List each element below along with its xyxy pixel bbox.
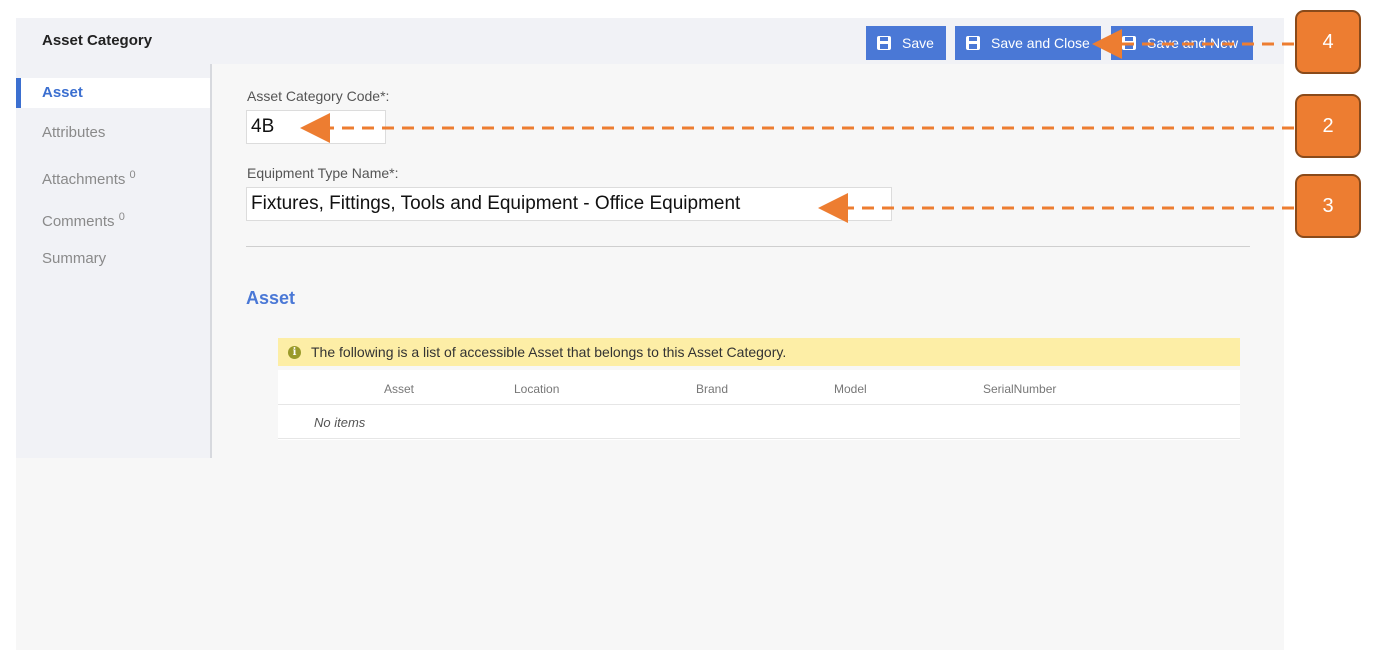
- sidebar-item-label: Summary: [42, 250, 107, 267]
- section-divider: [246, 246, 1250, 247]
- annotation-badge-3: 3: [1295, 174, 1361, 238]
- equipment-type-name-label: Equipment Type Name*:: [247, 165, 399, 181]
- save-and-close-label: Save and Close: [991, 35, 1090, 51]
- save-icon: [966, 36, 980, 50]
- info-banner-text: The following is a list of accessible As…: [311, 344, 787, 360]
- sidebar-item-asset[interactable]: Asset: [16, 78, 210, 108]
- table-header-divider: [278, 404, 1240, 405]
- sidebar-item-attributes[interactable]: Attributes: [16, 118, 210, 148]
- column-header-brand[interactable]: Brand: [696, 382, 728, 396]
- table-bottom-divider: [278, 438, 1240, 439]
- info-icon: i: [288, 345, 301, 359]
- save-icon: [1122, 36, 1136, 50]
- column-header-model[interactable]: Model: [834, 382, 867, 396]
- app-window: Asset Category Save Save and Close Save …: [16, 18, 1284, 650]
- column-header-location[interactable]: Location: [514, 382, 559, 396]
- save-button[interactable]: Save: [866, 26, 946, 60]
- equipment-type-name-input[interactable]: Fixtures, Fittings, Tools and Equipment …: [246, 187, 892, 221]
- sidebar-item-label: Attributes: [42, 124, 106, 141]
- column-header-serialnumber[interactable]: SerialNumber: [983, 382, 1056, 396]
- asset-table: Asset Location Brand Model SerialNumber …: [278, 370, 1240, 440]
- info-banner: i The following is a list of accessible …: [278, 338, 1240, 366]
- save-and-close-button[interactable]: Save and Close: [955, 26, 1101, 60]
- annotation-badge-2: 2: [1295, 94, 1361, 158]
- sidebar-item-summary[interactable]: Summary: [16, 244, 210, 274]
- save-icon: [877, 36, 891, 50]
- asset-category-code-input[interactable]: 4B: [246, 110, 386, 144]
- attachments-count: 0: [129, 169, 136, 181]
- sidebar-item-label: Comments: [42, 213, 115, 230]
- column-header-asset[interactable]: Asset: [384, 382, 414, 396]
- page-title: Asset Category: [42, 32, 153, 49]
- sidebar-item-comments[interactable]: Comments 0: [16, 202, 210, 232]
- asset-category-code-label: Asset Category Code*:: [247, 88, 390, 104]
- save-and-new-label: Save and New: [1147, 35, 1239, 51]
- sidebar-item-label: Asset: [42, 84, 83, 101]
- asset-section-title: Asset: [246, 288, 296, 308]
- sidebar: Asset Attributes Attachments 0 Comments …: [16, 64, 212, 458]
- top-bar: Asset Category Save Save and Close Save …: [16, 18, 1284, 64]
- empty-table-message: No items: [314, 415, 366, 430]
- sidebar-item-attachments[interactable]: Attachments 0: [16, 160, 210, 190]
- annotation-badge-4: 4: [1295, 10, 1361, 74]
- comments-count: 0: [118, 211, 125, 223]
- save-and-new-button[interactable]: Save and New: [1111, 26, 1253, 60]
- save-button-label: Save: [902, 35, 934, 51]
- sidebar-item-label: Attachments: [42, 171, 126, 188]
